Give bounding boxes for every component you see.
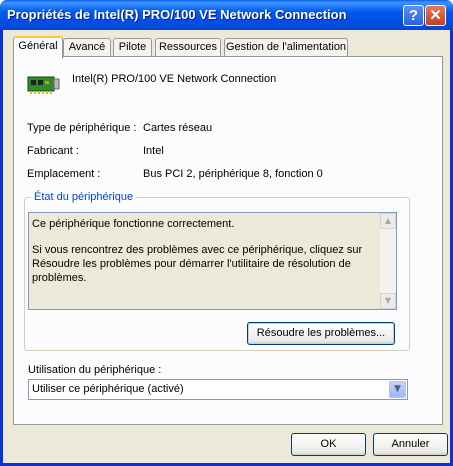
window-title: Propriétés de Intel(R) PRO/100 VE Networ… (7, 7, 347, 22)
tab-advanced[interactable]: Avancé (63, 38, 111, 57)
device-type-value: Cartes réseau (143, 122, 213, 134)
network-card-icon (27, 76, 60, 94)
help-icon: ? (408, 7, 419, 24)
device-usage-value: Utiliser ce périphérique (activé) (32, 383, 184, 395)
troubleshoot-hint: Si vous rencontrez des problèmes avec ce… (32, 244, 363, 284)
tab-driver[interactable]: Pilote (113, 38, 152, 57)
device-usage-select[interactable]: Utiliser ce périphérique (activé) ▼ (28, 379, 408, 400)
cancel-button[interactable]: Annuler (373, 433, 448, 456)
chevron-up-icon: ▲ (384, 216, 392, 225)
location-value: Bus PCI 2, périphérique 8, fonction 0 (143, 168, 323, 180)
chevron-down-icon: ▼ (394, 384, 401, 394)
title-bar[interactable]: Propriétés de Intel(R) PRO/100 VE Networ… (0, 0, 453, 30)
status-scrollbar[interactable]: ▲ ▼ (380, 213, 396, 309)
device-type-label: Type de périphérique : (27, 122, 137, 134)
device-status-textbox[interactable]: Ce périphérique fonctionne correctement.… (28, 212, 397, 310)
dropdown-button[interactable]: ▼ (389, 381, 406, 398)
tab-general[interactable]: Général (13, 36, 63, 59)
chevron-down-icon: ▼ (384, 296, 392, 305)
manufacturer-value: Intel (143, 145, 164, 157)
help-button[interactable]: ? (403, 5, 424, 26)
device-status-text: Ce périphérique fonctionne correctement.… (32, 217, 372, 297)
tab-power-management[interactable]: Gestion de l'alimentation (224, 38, 348, 57)
tab-resources[interactable]: Ressources (155, 38, 221, 57)
device-usage-label: Utilisation du périphérique : (28, 364, 162, 376)
location-label: Emplacement : (27, 168, 101, 180)
close-button[interactable]: ✕ (425, 5, 446, 26)
scroll-down-button[interactable]: ▼ (380, 293, 396, 309)
close-icon: ✕ (429, 7, 442, 24)
scroll-up-button[interactable]: ▲ (380, 213, 396, 229)
device-status-title: État du périphérique (31, 191, 137, 203)
device-name: Intel(R) PRO/100 VE Network Connection (72, 73, 277, 85)
manufacturer-label: Fabricant : (27, 145, 79, 157)
properties-dialog: Propriétés de Intel(R) PRO/100 VE Networ… (0, 0, 453, 466)
status-message: Ce périphérique fonctionne correctement. (32, 218, 235, 230)
troubleshoot-button[interactable]: Résoudre les problèmes... (247, 322, 395, 345)
ok-button[interactable]: OK (291, 433, 366, 456)
